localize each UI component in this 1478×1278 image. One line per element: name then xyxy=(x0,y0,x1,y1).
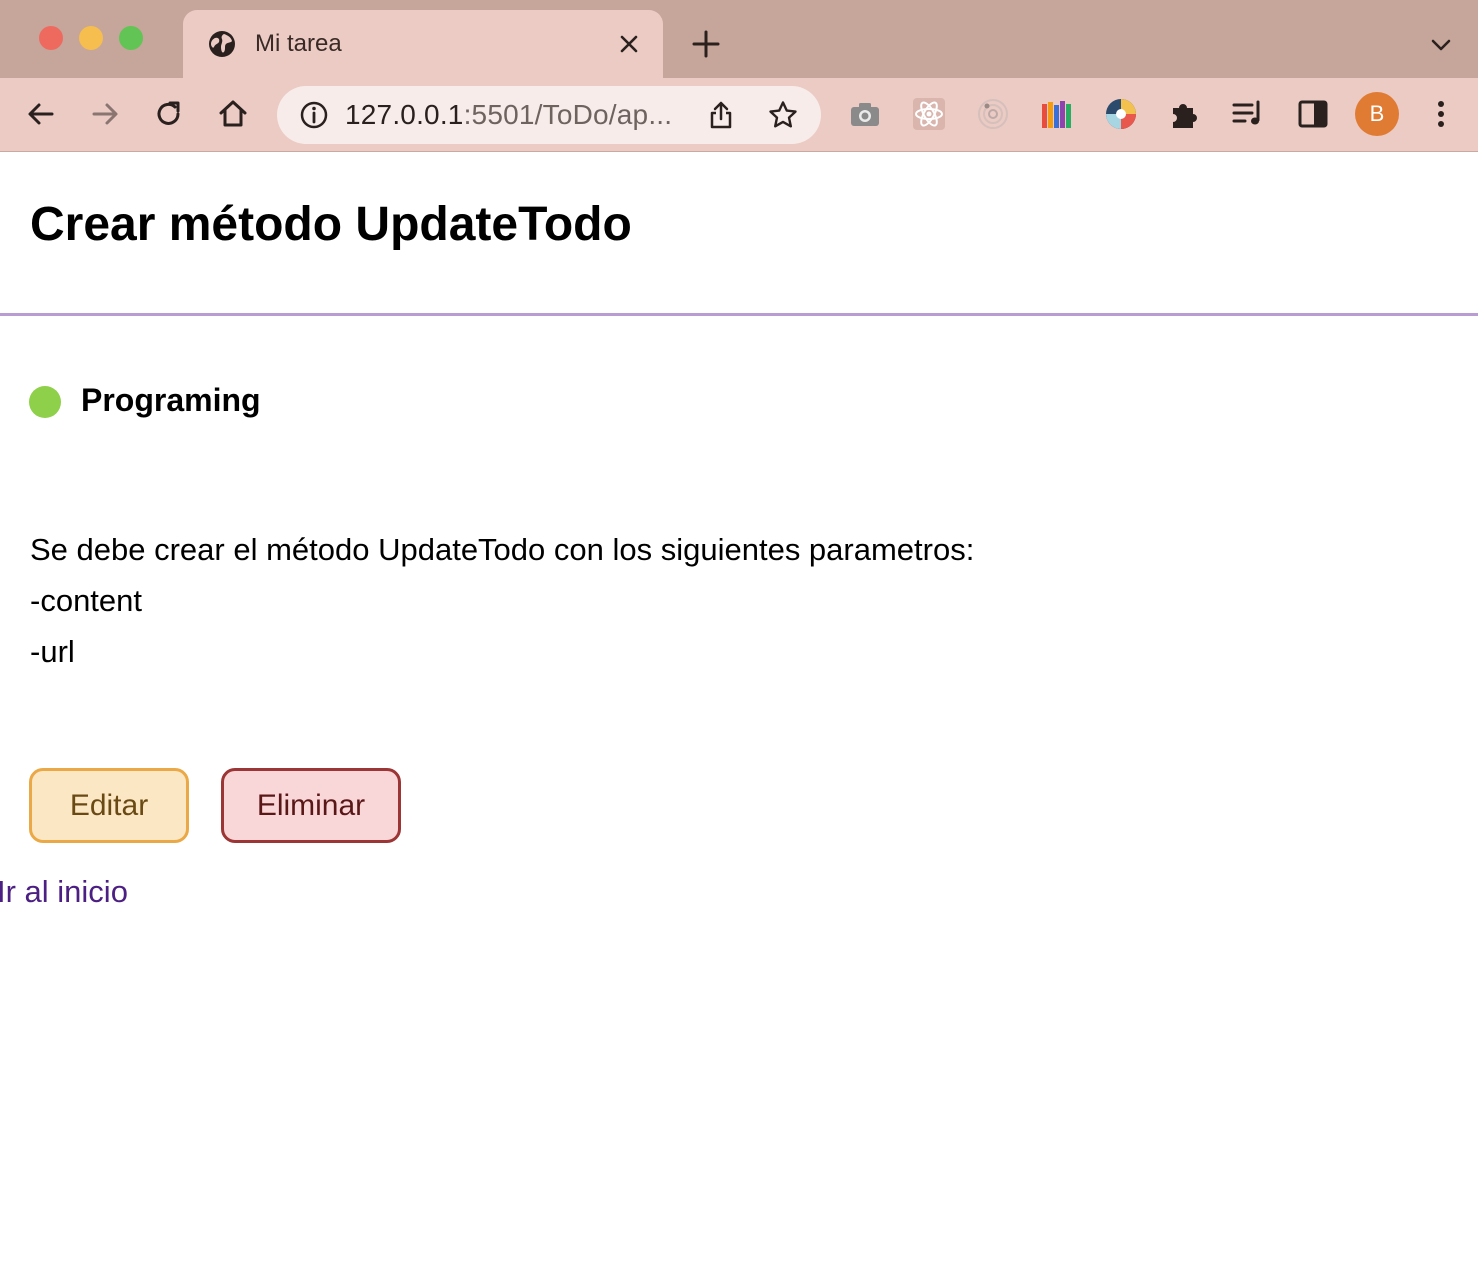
url-host: 127.0.0.1 xyxy=(345,99,464,130)
browser-tab-active[interactable]: Mi tarea xyxy=(183,10,663,78)
reload-icon[interactable] xyxy=(152,97,186,131)
minimize-window-button[interactable] xyxy=(79,26,103,50)
delete-button[interactable]: Eliminar xyxy=(221,768,401,843)
description-line: Se debe crear el método UpdateTodo con l… xyxy=(30,532,975,567)
color-pencils-icon[interactable] xyxy=(1039,96,1075,132)
home-link[interactable]: Ir al inicio xyxy=(0,874,128,910)
browser-tabbar: Mi tarea xyxy=(0,0,1478,78)
address-bar[interactable]: 127.0.0.1:5501/ToDo/ap... xyxy=(277,86,821,144)
close-window-button[interactable] xyxy=(39,26,63,50)
task-description: Se debe crear el método UpdateTodo con l… xyxy=(30,524,974,677)
radar-icon[interactable] xyxy=(975,96,1011,132)
home-icon[interactable] xyxy=(216,97,250,131)
side-panel-icon[interactable] xyxy=(1295,96,1331,132)
new-tab-icon[interactable] xyxy=(690,28,722,60)
description-line: -url xyxy=(30,634,75,669)
zoom-window-button[interactable] xyxy=(119,26,143,50)
category-label: Programing xyxy=(81,382,261,418)
edit-button[interactable]: Editar xyxy=(29,768,189,843)
color-wheel-icon[interactable] xyxy=(1103,96,1139,132)
globe-icon xyxy=(209,31,235,57)
more-menu-icon[interactable] xyxy=(1428,97,1454,131)
url-path: :5501/ToDo/ap... xyxy=(463,99,673,130)
forward-arrow-icon[interactable] xyxy=(88,97,122,131)
tab-title: Mi tarea xyxy=(255,30,342,57)
camera-icon[interactable] xyxy=(847,96,883,132)
site-info-icon[interactable] xyxy=(299,100,329,130)
chevron-down-icon[interactable] xyxy=(1426,30,1456,60)
profile-avatar[interactable]: B xyxy=(1355,92,1399,136)
browser-toolbar: 127.0.0.1:5501/ToDo/ap... B xyxy=(0,78,1478,152)
share-icon[interactable] xyxy=(705,99,737,131)
category-status-dot xyxy=(29,386,61,418)
header-divider xyxy=(0,313,1478,316)
puzzle-icon[interactable] xyxy=(1167,96,1203,132)
bookmark-star-icon[interactable] xyxy=(767,99,799,131)
close-tab-icon[interactable] xyxy=(616,31,642,57)
description-line: -content xyxy=(30,583,143,618)
page-title: Crear método UpdateTodo xyxy=(30,198,632,251)
media-queue-icon[interactable] xyxy=(1231,96,1267,132)
back-arrow-icon[interactable] xyxy=(24,97,58,131)
url-text[interactable]: 127.0.0.1:5501/ToDo/ap... xyxy=(345,99,672,131)
react-devtools-icon[interactable] xyxy=(911,96,947,132)
